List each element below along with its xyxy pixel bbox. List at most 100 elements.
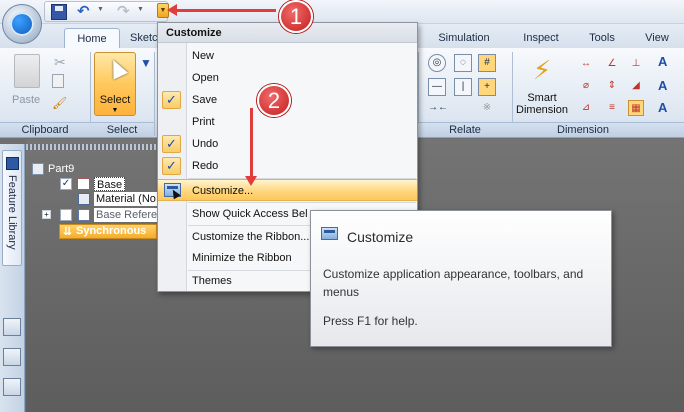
- dimension-style-icon[interactable]: ▦: [628, 100, 644, 116]
- annotation-group-label: [654, 122, 684, 137]
- menu-item-customize-label: Customize...: [192, 185, 254, 197]
- menu-item-print[interactable]: Print: [158, 111, 417, 133]
- material-icon: [78, 193, 90, 205]
- tree-item-part-label: Part9: [48, 163, 75, 175]
- menu-item-show-qat-below-label: Show Quick Access Bel: [192, 208, 308, 220]
- symmetric-diameter-icon[interactable]: ⇕: [604, 78, 620, 94]
- callout-badge-2: 2: [257, 84, 291, 117]
- checkmark-icon: ✓: [162, 135, 181, 153]
- sensors-icon[interactable]: [3, 378, 21, 396]
- paste-icon[interactable]: [14, 54, 40, 88]
- symmetric-icon[interactable]: #: [478, 54, 496, 72]
- tab-inspect[interactable]: Inspect: [509, 28, 573, 48]
- stacked-dimension-icon[interactable]: ≡: [604, 100, 620, 116]
- menu-item-customize-ribbon-label: Customize the Ribbon...: [192, 231, 310, 243]
- menu-item-open[interactable]: Open: [158, 67, 417, 89]
- expand-icon[interactable]: +: [42, 210, 51, 219]
- menu-item-print-label: Print: [192, 116, 215, 128]
- lock-relation-icon[interactable]: +: [478, 78, 496, 96]
- radial-dimension-icon[interactable]: ⌀: [578, 78, 594, 94]
- paste-label: Paste: [12, 94, 41, 106]
- collinear-icon[interactable]: →←: [428, 100, 448, 118]
- base-coordinate-icon: [77, 178, 90, 190]
- undo-dropdown-icon[interactable]: ▼: [97, 6, 104, 13]
- angular-coordinate-icon[interactable]: ⊿: [578, 100, 594, 116]
- tab-sketch[interactable]: Sketch: [130, 28, 160, 48]
- copy-icon[interactable]: [52, 74, 64, 88]
- select-tool-button[interactable]: Select ▼: [94, 52, 136, 116]
- tooltip-title: Customize: [347, 229, 414, 245]
- tab-simulation[interactable]: Simulation: [424, 28, 504, 48]
- chevron-down-icon: ▼: [111, 107, 119, 114]
- menu-item-redo-label: Redo: [192, 160, 219, 172]
- base-checkbox[interactable]: ✓: [60, 178, 72, 190]
- select-tool-label: Select: [99, 94, 131, 106]
- select-group: Select ▼ ▼ Select: [90, 48, 154, 137]
- reference-planes-icon: [78, 209, 90, 221]
- tree-item-synchronous-label: Synchronous: [76, 225, 147, 237]
- tree-item-synchronous[interactable]: ⇊ Synchronous: [59, 224, 157, 239]
- text-style-icon[interactable]: A: [658, 100, 676, 118]
- chamfer-dimension-icon[interactable]: ◢: [628, 78, 644, 94]
- left-tool-strip: Feature Library: [0, 144, 25, 412]
- callout-arrow-2: [245, 108, 257, 186]
- callout-badge-1: 1: [279, 0, 313, 33]
- synchronous-icon: ⇊: [63, 226, 73, 238]
- customize-tooltip: Customize Customize application appearan…: [310, 210, 612, 347]
- rigid-icon[interactable]: ※: [478, 100, 496, 118]
- annotation-group: A A A: [654, 48, 684, 137]
- menu-item-open-label: Open: [192, 72, 219, 84]
- menu-item-redo[interactable]: ✓ Redo: [158, 155, 417, 177]
- smart-dimension-label-line1: Smart: [527, 92, 557, 104]
- menu-item-minimize-ribbon-label: Minimize the Ribbon: [192, 252, 292, 264]
- text-icon[interactable]: A: [658, 54, 676, 72]
- tooltip-help-text: Press F1 for help.: [323, 314, 418, 328]
- part-icon: [32, 163, 44, 175]
- tree-item-base-label: Base: [94, 177, 126, 191]
- smart-dimension-icon[interactable]: ⚡: [522, 52, 562, 88]
- checkmark-icon: ✓: [162, 157, 181, 175]
- layers-icon[interactable]: [3, 318, 21, 336]
- smart-dimension-label[interactable]: Smart Dimension: [512, 92, 572, 116]
- menu-item-undo[interactable]: ✓ Undo: [158, 133, 417, 155]
- feature-library-tab[interactable]: Feature Library: [2, 150, 22, 266]
- application-button[interactable]: [2, 4, 42, 44]
- angle-dimension-icon[interactable]: ∠: [604, 56, 620, 72]
- quick-access-toolbar: ↶ ▼ ↷ ▼: [44, 1, 168, 22]
- tab-tools[interactable]: Tools: [578, 28, 626, 48]
- redo-icon[interactable]: ↷: [117, 4, 133, 20]
- distance-dimension-icon[interactable]: ↔: [578, 56, 594, 72]
- menu-item-undo-label: Undo: [192, 138, 219, 150]
- save-icon[interactable]: [51, 4, 67, 20]
- tooltip-description: Customize application appearance, toolba…: [323, 267, 584, 299]
- select-filter-icon[interactable]: ▼: [140, 56, 152, 70]
- tab-view[interactable]: View: [632, 28, 682, 48]
- concentric-icon[interactable]: ◎: [428, 54, 446, 72]
- pointer-arrow-icon: [105, 56, 129, 80]
- tangent-icon[interactable]: ◌: [454, 54, 472, 72]
- undo-icon[interactable]: ↶: [77, 4, 93, 20]
- callout-arrow-1: [167, 4, 276, 16]
- base-reference-checkbox[interactable]: [60, 209, 72, 221]
- customize-icon: [321, 227, 338, 240]
- tab-home[interactable]: Home: [64, 28, 120, 48]
- coordinate-dimension-icon[interactable]: ⊥: [628, 56, 644, 72]
- format-painter-icon[interactable]: 🖌: [52, 96, 68, 112]
- relate-group: ◎ ◌ # — | + →← ※ Relate: [418, 48, 512, 137]
- horizontal-icon[interactable]: —: [428, 78, 446, 96]
- feature-library-icon: [6, 157, 19, 170]
- checkmark-icon: ✓: [162, 91, 181, 109]
- clipboard-group-label: Clipboard: [0, 122, 90, 137]
- app-logo-icon: [10, 12, 34, 36]
- redo-dropdown-icon[interactable]: ▼: [137, 6, 144, 13]
- text-size-icon[interactable]: A: [658, 78, 676, 96]
- pathfinder-header[interactable]: [26, 144, 156, 150]
- dimension-group: ⚡ Smart Dimension ↔ ∠ ⊥ ⌀ ⇕ ◢ ⊿ ≡ ▦ Dimen…: [512, 48, 654, 137]
- cut-icon[interactable]: ✂: [54, 54, 66, 71]
- family-of-parts-icon[interactable]: [3, 348, 21, 366]
- menu-item-customize[interactable]: Customize...: [158, 179, 417, 201]
- menu-item-new[interactable]: New: [158, 45, 417, 67]
- menu-item-themes-label: Themes: [192, 275, 232, 287]
- relate-group-label: Relate: [418, 122, 512, 137]
- vertical-icon[interactable]: |: [454, 78, 472, 96]
